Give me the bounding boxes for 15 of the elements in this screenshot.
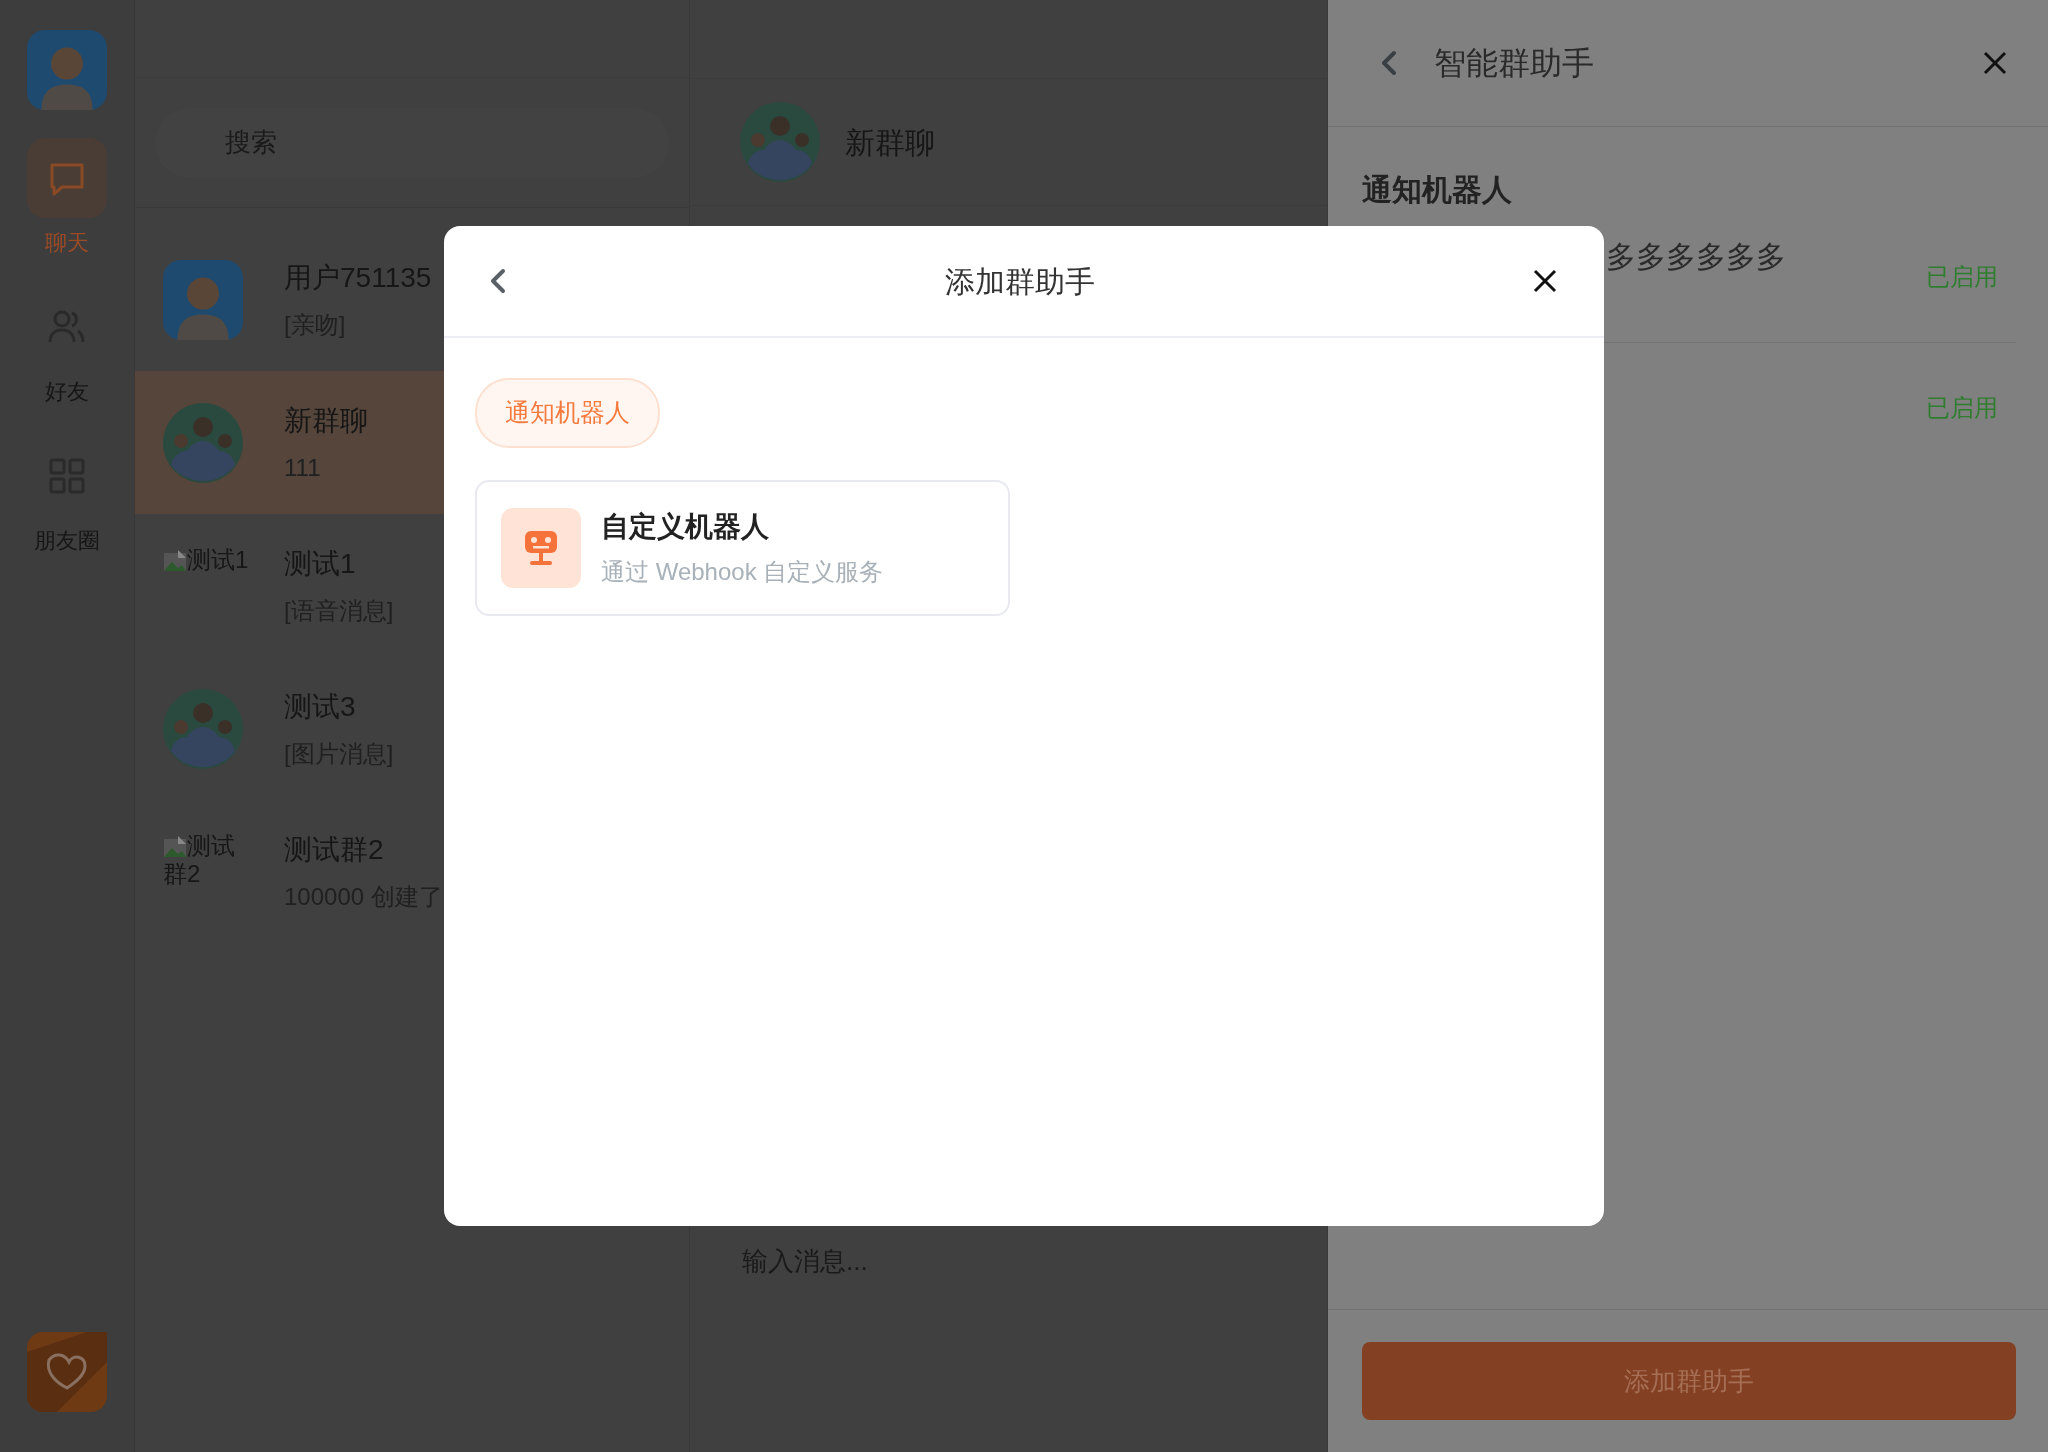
- status-label: 已启用: [1926, 392, 1998, 423]
- category-tab[interactable]: 通知机器人: [475, 378, 660, 448]
- broken-image-icon: [163, 835, 187, 860]
- bot-name: 多多多多多多: [1606, 239, 1786, 275]
- drawer-title: 智能群助手: [1434, 44, 1594, 83]
- card-description: 通过 Webhook 自定义服务: [601, 556, 884, 587]
- close-button[interactable]: [1532, 268, 1558, 294]
- modal-title: 添加群助手: [944, 263, 1096, 300]
- status-label: 已启用: [1926, 262, 1998, 292]
- section-title: 通知机器人: [1362, 172, 1513, 208]
- back-button[interactable]: [488, 268, 508, 294]
- chat-name: 新群聊: [284, 403, 368, 438]
- broken-image-icon: [163, 549, 187, 574]
- bot-card[interactable]: 自定义机器人 通过 Webhook 自定义服务: [475, 479, 1010, 616]
- app-logo[interactable]: [27, 1332, 107, 1412]
